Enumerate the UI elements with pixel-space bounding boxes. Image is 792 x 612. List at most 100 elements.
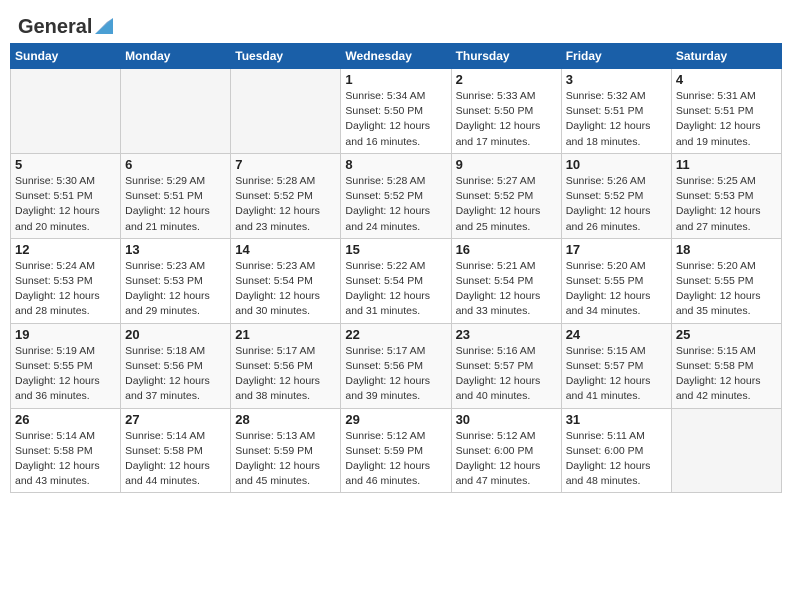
day-info: Sunrise: 5:17 AM Sunset: 5:56 PM Dayligh… <box>235 344 336 405</box>
day-number: 16 <box>456 242 557 257</box>
calendar-cell: 24 Sunrise: 5:15 AM Sunset: 5:57 PM Dayli… <box>561 323 671 408</box>
page-header: General <box>10 10 782 35</box>
day-number: 2 <box>456 72 557 87</box>
week-row-5: 26Sunrise: 5:14 AM Sunset: 5:58 PM Dayli… <box>11 408 782 493</box>
calendar-cell <box>121 69 231 154</box>
logo: General <box>18 16 115 35</box>
day-info: Sunrise: 5:15 AM Sunset: 5:58 PM Dayligh… <box>676 344 777 405</box>
day-number: 4 <box>676 72 777 87</box>
calendar-cell <box>11 69 121 154</box>
day-number: 28 <box>235 412 336 427</box>
header-day-friday: Friday <box>561 44 671 69</box>
calendar-cell: 20Sunrise: 5:18 AM Sunset: 5:56 PM Dayli… <box>121 323 231 408</box>
calendar-cell: 5 Sunrise: 5:30 AM Sunset: 5:51 PM Daylig… <box>11 153 121 238</box>
calendar-cell: 26Sunrise: 5:14 AM Sunset: 5:58 PM Dayli… <box>11 408 121 493</box>
calendar-cell: 25 Sunrise: 5:15 AM Sunset: 5:58 PM Dayli… <box>671 323 781 408</box>
day-number: 25 <box>676 327 777 342</box>
day-number: 21 <box>235 327 336 342</box>
calendar-cell: 3 Sunrise: 5:32 AM Sunset: 5:51 PM Daylig… <box>561 69 671 154</box>
calendar-cell: 8 Sunrise: 5:28 AM Sunset: 5:52 PM Daylig… <box>341 153 451 238</box>
day-info: Sunrise: 5:15 AM Sunset: 5:57 PM Dayligh… <box>566 344 667 405</box>
day-info: Sunrise: 5:14 AM Sunset: 5:58 PM Dayligh… <box>125 429 226 490</box>
day-number: 11 <box>676 157 777 172</box>
day-info: Sunrise: 5:20 AM Sunset: 5:55 PM Dayligh… <box>676 259 777 320</box>
calendar-cell: 21 Sunrise: 5:17 AM Sunset: 5:56 PM Dayli… <box>231 323 341 408</box>
week-row-2: 5 Sunrise: 5:30 AM Sunset: 5:51 PM Daylig… <box>11 153 782 238</box>
day-info: Sunrise: 5:23 AM Sunset: 5:53 PM Dayligh… <box>125 259 226 320</box>
header-day-saturday: Saturday <box>671 44 781 69</box>
calendar-cell: 17 Sunrise: 5:20 AM Sunset: 5:55 PM Dayli… <box>561 238 671 323</box>
header-day-monday: Monday <box>121 44 231 69</box>
calendar-cell: 23 Sunrise: 5:16 AM Sunset: 5:57 PM Dayli… <box>451 323 561 408</box>
calendar-cell: 31 Sunrise: 5:11 AM Sunset: 6:00 PM Dayli… <box>561 408 671 493</box>
header-day-thursday: Thursday <box>451 44 561 69</box>
calendar-cell: 10 Sunrise: 5:26 AM Sunset: 5:52 PM Dayli… <box>561 153 671 238</box>
calendar-cell <box>671 408 781 493</box>
day-info: Sunrise: 5:26 AM Sunset: 5:52 PM Dayligh… <box>566 174 667 235</box>
day-number: 12 <box>15 242 116 257</box>
day-info: Sunrise: 5:31 AM Sunset: 5:51 PM Dayligh… <box>676 89 777 150</box>
calendar-cell: 16Sunrise: 5:21 AM Sunset: 5:54 PM Dayli… <box>451 238 561 323</box>
day-info: Sunrise: 5:25 AM Sunset: 5:53 PM Dayligh… <box>676 174 777 235</box>
day-info: Sunrise: 5:28 AM Sunset: 5:52 PM Dayligh… <box>235 174 336 235</box>
header-row: SundayMondayTuesdayWednesdayThursdayFrid… <box>11 44 782 69</box>
logo-arrow-icon <box>93 16 115 36</box>
day-info: Sunrise: 5:34 AM Sunset: 5:50 PM Dayligh… <box>345 89 446 150</box>
day-number: 9 <box>456 157 557 172</box>
week-row-4: 19 Sunrise: 5:19 AM Sunset: 5:55 PM Dayli… <box>11 323 782 408</box>
day-info: Sunrise: 5:29 AM Sunset: 5:51 PM Dayligh… <box>125 174 226 235</box>
day-info: Sunrise: 5:27 AM Sunset: 5:52 PM Dayligh… <box>456 174 557 235</box>
calendar-cell: 11 Sunrise: 5:25 AM Sunset: 5:53 PM Dayli… <box>671 153 781 238</box>
day-number: 5 <box>15 157 116 172</box>
day-number: 15 <box>345 242 446 257</box>
calendar-cell: 13 Sunrise: 5:23 AM Sunset: 5:53 PM Dayli… <box>121 238 231 323</box>
calendar-cell: 4 Sunrise: 5:31 AM Sunset: 5:51 PM Daylig… <box>671 69 781 154</box>
day-number: 29 <box>345 412 446 427</box>
day-number: 17 <box>566 242 667 257</box>
header-day-wednesday: Wednesday <box>341 44 451 69</box>
day-number: 31 <box>566 412 667 427</box>
day-info: Sunrise: 5:17 AM Sunset: 5:56 PM Dayligh… <box>345 344 446 405</box>
day-number: 13 <box>125 242 226 257</box>
day-info: Sunrise: 5:19 AM Sunset: 5:55 PM Dayligh… <box>15 344 116 405</box>
day-number: 23 <box>456 327 557 342</box>
calendar-cell: 30 Sunrise: 5:12 AM Sunset: 6:00 PM Dayli… <box>451 408 561 493</box>
calendar-cell: 14 Sunrise: 5:23 AM Sunset: 5:54 PM Dayli… <box>231 238 341 323</box>
day-number: 20 <box>125 327 226 342</box>
header-day-tuesday: Tuesday <box>231 44 341 69</box>
calendar-cell: 9 Sunrise: 5:27 AM Sunset: 5:52 PM Daylig… <box>451 153 561 238</box>
day-info: Sunrise: 5:20 AM Sunset: 5:55 PM Dayligh… <box>566 259 667 320</box>
calendar-cell: 2Sunrise: 5:33 AM Sunset: 5:50 PM Daylig… <box>451 69 561 154</box>
calendar-cell: 15 Sunrise: 5:22 AM Sunset: 5:54 PM Dayli… <box>341 238 451 323</box>
logo-icon: General <box>18 16 115 39</box>
header-day-sunday: Sunday <box>11 44 121 69</box>
week-row-1: 1Sunrise: 5:34 AM Sunset: 5:50 PM Daylig… <box>11 69 782 154</box>
logo-general: General <box>18 16 92 39</box>
day-number: 18 <box>676 242 777 257</box>
week-row-3: 12 Sunrise: 5:24 AM Sunset: 5:53 PM Dayli… <box>11 238 782 323</box>
calendar-cell: 1Sunrise: 5:34 AM Sunset: 5:50 PM Daylig… <box>341 69 451 154</box>
day-info: Sunrise: 5:32 AM Sunset: 5:51 PM Dayligh… <box>566 89 667 150</box>
day-info: Sunrise: 5:30 AM Sunset: 5:51 PM Dayligh… <box>15 174 116 235</box>
day-number: 27 <box>125 412 226 427</box>
calendar-cell <box>231 69 341 154</box>
day-number: 19 <box>15 327 116 342</box>
day-number: 3 <box>566 72 667 87</box>
day-number: 7 <box>235 157 336 172</box>
calendar-cell: 19 Sunrise: 5:19 AM Sunset: 5:55 PM Dayli… <box>11 323 121 408</box>
day-info: Sunrise: 5:24 AM Sunset: 5:53 PM Dayligh… <box>15 259 116 320</box>
day-number: 30 <box>456 412 557 427</box>
calendar-table: SundayMondayTuesdayWednesdayThursdayFrid… <box>10 43 782 493</box>
day-number: 24 <box>566 327 667 342</box>
day-info: Sunrise: 5:22 AM Sunset: 5:54 PM Dayligh… <box>345 259 446 320</box>
day-number: 8 <box>345 157 446 172</box>
day-number: 10 <box>566 157 667 172</box>
day-number: 14 <box>235 242 336 257</box>
day-info: Sunrise: 5:11 AM Sunset: 6:00 PM Dayligh… <box>566 429 667 490</box>
day-info: Sunrise: 5:16 AM Sunset: 5:57 PM Dayligh… <box>456 344 557 405</box>
day-info: Sunrise: 5:23 AM Sunset: 5:54 PM Dayligh… <box>235 259 336 320</box>
calendar-cell: 12 Sunrise: 5:24 AM Sunset: 5:53 PM Dayli… <box>11 238 121 323</box>
day-info: Sunrise: 5:12 AM Sunset: 6:00 PM Dayligh… <box>456 429 557 490</box>
calendar-cell: 6Sunrise: 5:29 AM Sunset: 5:51 PM Daylig… <box>121 153 231 238</box>
day-info: Sunrise: 5:28 AM Sunset: 5:52 PM Dayligh… <box>345 174 446 235</box>
